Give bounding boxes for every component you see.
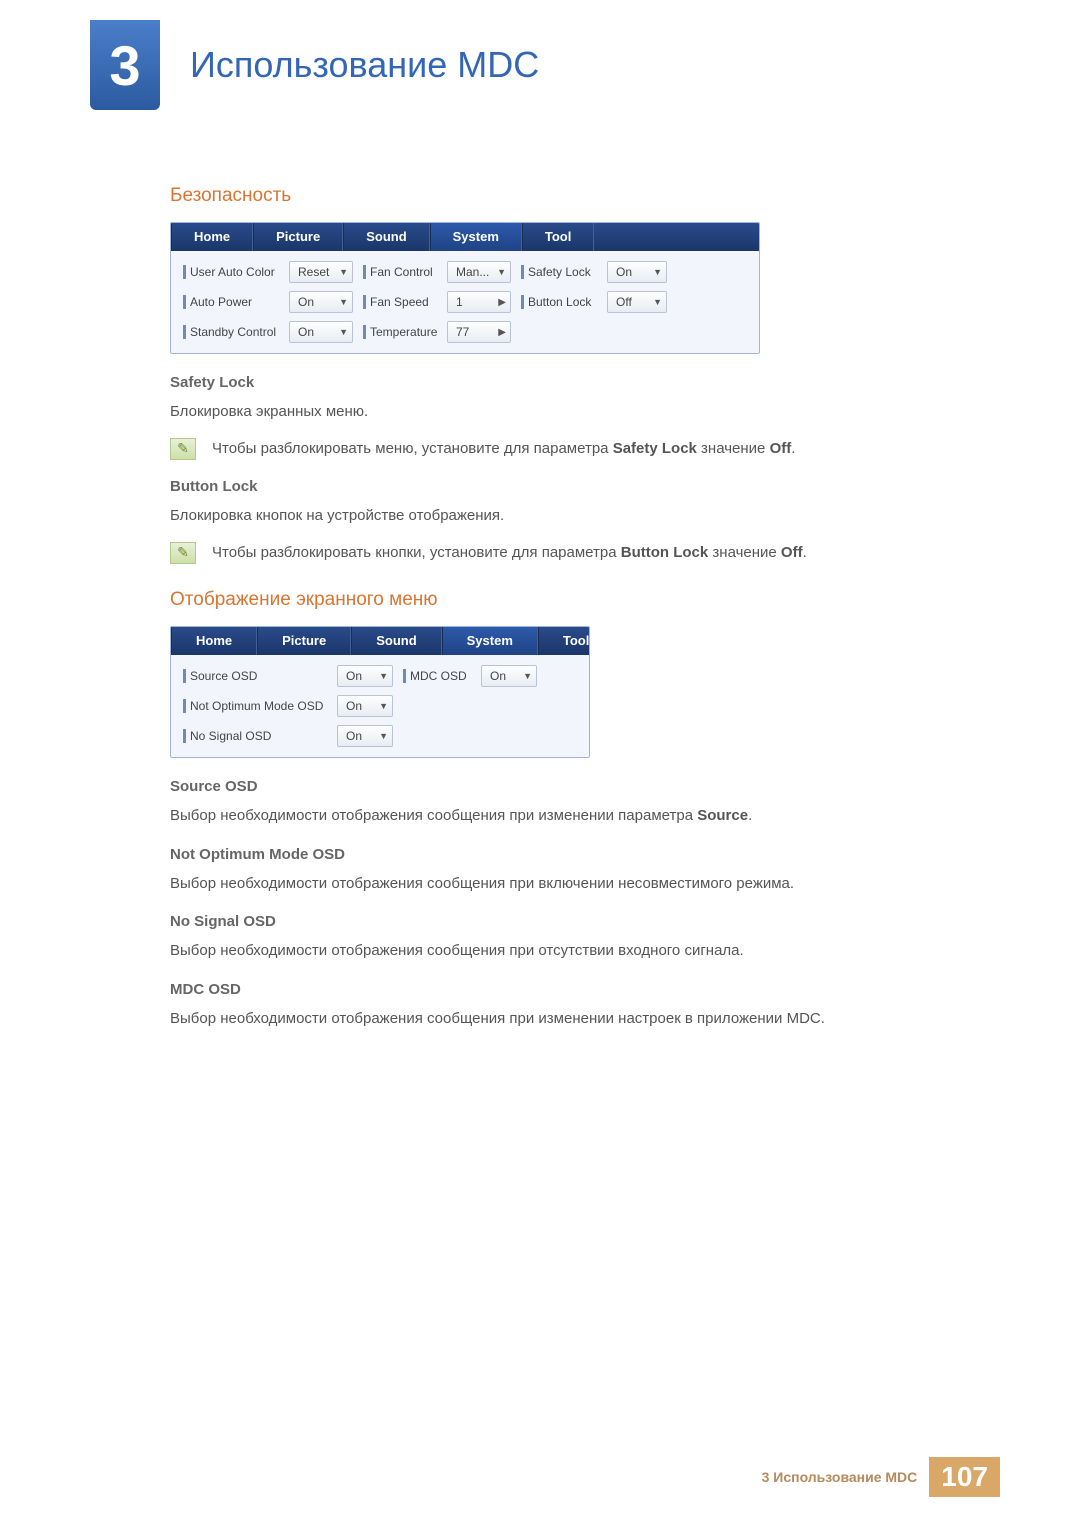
chapter-header: 3 Использование MDC [0, 0, 1080, 160]
tab-picture[interactable]: Picture [253, 223, 343, 251]
no-signal-osd-select[interactable]: On ▼ [337, 725, 393, 747]
chevron-down-icon: ▼ [379, 671, 388, 681]
chevron-down-icon: ▼ [339, 267, 348, 277]
page-number: 107 [929, 1457, 1000, 1497]
safety-lock-select[interactable]: On ▼ [607, 261, 667, 283]
body-text: Выбор необходимости отображения сообщени… [170, 873, 990, 896]
subheading-not-optimum: Not Optimum Mode OSD [170, 846, 990, 863]
field-label: Source OSD [183, 669, 331, 683]
chevron-down-icon: ▼ [497, 267, 506, 277]
chevron-right-icon: ▶ [498, 327, 506, 338]
standby-control-select[interactable]: On ▼ [289, 321, 353, 343]
body-text: Выбор необходимости отображения сообщени… [170, 805, 990, 828]
note-icon: ✎ [170, 542, 196, 564]
select-value: 1 [456, 295, 463, 309]
select-value: Man... [456, 265, 489, 279]
auto-power-select[interactable]: On ▼ [289, 291, 353, 313]
tab-picture[interactable]: Picture [257, 627, 351, 655]
tab-home[interactable]: Home [171, 627, 257, 655]
note-text: Чтобы разблокировать кнопки, установите … [212, 542, 807, 565]
subheading-button-lock: Button Lock [170, 478, 990, 495]
note-icon: ✎ [170, 438, 196, 460]
field-label: Fan Speed [363, 295, 441, 309]
not-optimum-osd-select[interactable]: On ▼ [337, 695, 393, 717]
fan-control-select[interactable]: Man... ▼ [447, 261, 511, 283]
body-text: Блокировка кнопок на устройстве отображе… [170, 505, 990, 528]
subheading-safety-lock: Safety Lock [170, 374, 990, 391]
tab-system[interactable]: System [442, 627, 538, 655]
field-label: User Auto Color [183, 265, 283, 279]
field-label: Safety Lock [521, 265, 601, 279]
field-label: Standby Control [183, 325, 283, 339]
temperature-stepper[interactable]: 77 ▶ [447, 321, 511, 343]
chevron-down-icon: ▼ [653, 267, 662, 277]
select-value: On [298, 325, 314, 339]
field-label: Fan Control [363, 265, 441, 279]
chevron-down-icon: ▼ [379, 731, 388, 741]
chevron-down-icon: ▼ [523, 671, 532, 681]
subheading-mdc-osd: MDC OSD [170, 981, 990, 998]
chevron-down-icon: ▼ [653, 297, 662, 307]
chevron-down-icon: ▼ [339, 297, 348, 307]
section-heading-osd: Отображение экранного меню [170, 589, 990, 611]
select-value: Reset [298, 265, 329, 279]
page-footer: 3 Использование MDC 107 [762, 1457, 1000, 1497]
source-osd-select[interactable]: On ▼ [337, 665, 393, 687]
body-text: Выбор необходимости отображения сообщени… [170, 940, 990, 963]
settings-panel-osd: Home Picture Sound System Tool Source OS… [170, 626, 590, 758]
tabs-row: Home Picture Sound System Tool [171, 223, 759, 251]
field-label: Button Lock [521, 295, 601, 309]
chapter-title: Использование MDC [190, 44, 539, 86]
chapter-number-badge: 3 [90, 20, 160, 110]
tab-sound[interactable]: Sound [343, 223, 429, 251]
settings-panel-security: Home Picture Sound System Tool User Auto… [170, 222, 760, 354]
tab-system[interactable]: System [430, 223, 522, 251]
tab-sound[interactable]: Sound [351, 627, 441, 655]
mdc-osd-select[interactable]: On ▼ [481, 665, 537, 687]
body-text: Блокировка экранных меню. [170, 401, 990, 424]
select-value: On [616, 265, 632, 279]
chevron-right-icon: ▶ [498, 297, 506, 308]
subheading-no-signal: No Signal OSD [170, 913, 990, 930]
tabs-row: Home Picture Sound System Tool [171, 627, 589, 655]
field-label: Auto Power [183, 295, 283, 309]
select-value: On [490, 669, 506, 683]
user-auto-color-select[interactable]: Reset ▼ [289, 261, 353, 283]
footer-text: 3 Использование MDC [762, 1469, 918, 1485]
tab-tool[interactable]: Tool [538, 627, 590, 655]
section-heading-security: Безопасность [170, 185, 990, 207]
select-value: On [346, 729, 362, 743]
field-label: Not Optimum Mode OSD [183, 699, 331, 713]
note-text: Чтобы разблокировать меню, установите дл… [212, 438, 795, 461]
field-label: No Signal OSD [183, 729, 331, 743]
select-value: On [346, 669, 362, 683]
button-lock-select[interactable]: Off ▼ [607, 291, 667, 313]
fan-speed-stepper[interactable]: 1▶ [447, 291, 511, 313]
chevron-down-icon: ▼ [379, 701, 388, 711]
tab-tool[interactable]: Tool [522, 223, 594, 251]
select-value: On [346, 699, 362, 713]
body-text: Выбор необходимости отображения сообщени… [170, 1008, 990, 1031]
select-value: On [298, 295, 314, 309]
tab-home[interactable]: Home [171, 223, 253, 251]
chevron-down-icon: ▼ [339, 327, 348, 337]
field-label: Temperature [363, 325, 441, 339]
select-value: Off [616, 295, 632, 309]
field-label: MDC OSD [403, 669, 475, 683]
subheading-source-osd: Source OSD [170, 778, 990, 795]
select-value: 77 [456, 325, 469, 339]
